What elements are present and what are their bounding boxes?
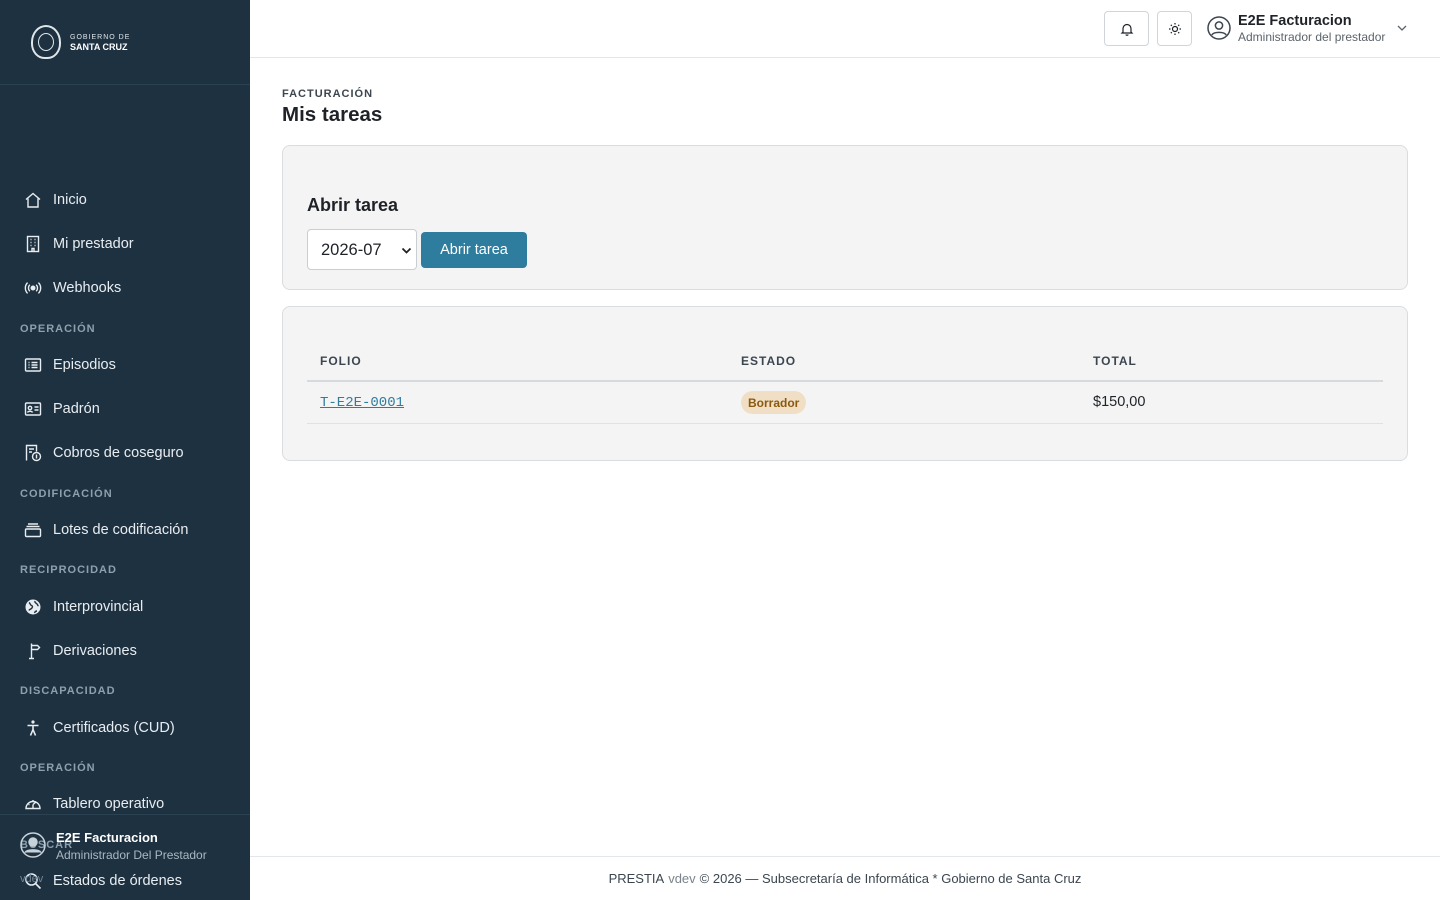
list-card-icon — [24, 356, 42, 374]
notifications-button[interactable] — [1104, 11, 1149, 46]
user-avatar-icon — [1207, 16, 1231, 40]
open-task-card: Abrir tarea 2026-07 Abrir tarea — [282, 145, 1408, 290]
user-menu[interactable]: E2E Facturacion Administrador del presta… — [1207, 13, 1417, 45]
sun-icon — [1168, 22, 1181, 35]
sidebar-item-interprovincial[interactable]: Interprovincial — [0, 587, 250, 627]
chevron-down-icon — [1396, 21, 1408, 33]
table-row-divider — [307, 423, 1383, 424]
section-operacion-2: OPERACIÓN — [20, 762, 96, 774]
sidebar-item-lotes-codificacion[interactable]: Lotes de codificación — [0, 510, 250, 550]
footer: PRESTIA vdev © 2026 — Subsecretaría de I… — [250, 856, 1440, 900]
sidebar-item-derivaciones[interactable]: Derivaciones — [0, 631, 250, 671]
table-header-divider — [307, 380, 1383, 382]
section-codificacion: CODIFICACIÓN — [20, 488, 113, 500]
sidebar-item-certificados-cud[interactable]: Certificados (CUD) — [0, 708, 250, 748]
folio-link[interactable]: T-E2E-0001 — [320, 395, 404, 411]
footer-text: © 2026 — Subsecretaría de Informática * … — [699, 871, 1082, 886]
open-task-button[interactable]: Abrir tarea — [421, 232, 527, 268]
accessibility-icon — [24, 719, 42, 737]
section-reciprocidad: RECIPROCIDAD — [20, 564, 117, 576]
sidebar-item-mi-prestador[interactable]: Mi prestador — [0, 224, 250, 264]
sidebar-item-episodios[interactable]: Episodios — [0, 345, 250, 385]
gauge-icon — [24, 795, 42, 813]
header-user-role: Administrador del prestador — [1238, 30, 1386, 44]
column-header-total[interactable]: TOTAL — [1093, 354, 1137, 368]
bell-icon — [1120, 23, 1133, 36]
app-version: vdev — [20, 873, 44, 885]
header-user-name: E2E Facturacion — [1238, 13, 1352, 29]
theme-toggle-button[interactable] — [1157, 11, 1192, 46]
footer-version: vdev — [668, 871, 696, 886]
seal-icon — [31, 25, 61, 59]
sidebar-user-role: Administrador Del Prestador — [56, 848, 207, 862]
sidebar-item-webhooks[interactable]: Webhooks — [0, 268, 250, 308]
sidebar-item-padron[interactable]: Padrón — [0, 389, 250, 429]
column-header-estado[interactable]: ESTADO — [741, 354, 796, 368]
stack-icon — [24, 521, 42, 539]
sidebar-logo[interactable]: GOBIERNO DE SANTA CRUZ — [0, 0, 250, 85]
section-discapacidad: DISCAPACIDAD — [20, 685, 116, 697]
sidebar-user-name: E2E Facturacion — [56, 830, 158, 845]
sidebar-item-cobros-coseguro[interactable]: Cobros de coseguro — [0, 433, 250, 473]
receipt-coin-icon — [24, 444, 42, 462]
user-avatar-icon — [20, 832, 46, 858]
open-task-title: Abrir tarea — [307, 195, 399, 215]
id-card-icon — [24, 400, 42, 418]
sidebar-item-inicio[interactable]: Inicio — [0, 180, 250, 220]
section-operacion: OPERACIÓN — [20, 323, 96, 335]
building-icon — [24, 235, 42, 253]
column-header-folio[interactable]: FOLIO — [320, 354, 362, 368]
footer-brand: PRESTIA — [608, 871, 665, 886]
globe-icon — [24, 598, 42, 616]
total-value: $150,00 — [1093, 394, 1146, 410]
page-eyebrow: FACTURACIÓN — [282, 88, 374, 100]
sidebar: GOBIERNO DE SANTA CRUZ Inicio Mi prestad… — [0, 0, 250, 900]
signpost-icon — [24, 642, 42, 660]
status-badge: Borrador — [741, 391, 807, 414]
sidebar-user[interactable]: E2E Facturacion Administrador Del Presta… — [0, 814, 250, 900]
home-icon — [24, 191, 42, 209]
top-bar: E2E Facturacion Administrador del presta… — [250, 0, 1440, 58]
tasks-table-card: FOLIO ESTADO TOTAL T-E2E-0001 Borrador $… — [282, 306, 1408, 461]
period-select[interactable]: 2026-07 — [307, 229, 417, 270]
broadcast-icon — [24, 279, 42, 297]
page-title: Mis tareas — [282, 103, 383, 126]
logo-text: GOBIERNO DE SANTA CRUZ — [70, 33, 131, 52]
